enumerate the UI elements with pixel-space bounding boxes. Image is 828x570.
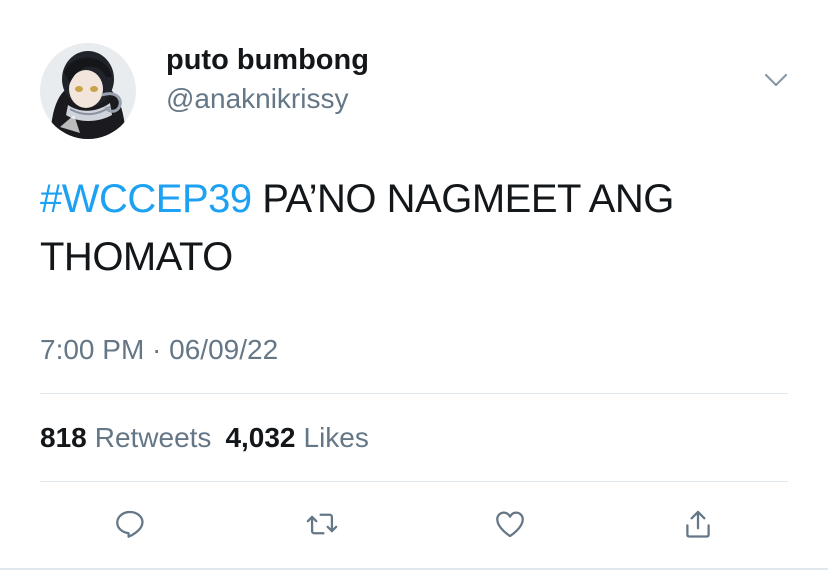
user-handle[interactable]: @anaknikrissy: [166, 82, 348, 116]
divider: [40, 481, 788, 482]
retweets-label: Retweets: [94, 422, 212, 453]
heart-icon: [496, 511, 524, 538]
likes-count: 4,032: [225, 422, 296, 453]
hashtag-link[interactable]: #WCCEP39: [40, 177, 252, 221]
likes-label: Likes: [303, 422, 369, 453]
retweets-count: 818: [40, 422, 87, 453]
retweet-icon: [306, 513, 338, 535]
share-button[interactable]: [676, 502, 720, 546]
avatar-image: [40, 43, 136, 139]
tweet-timestamp[interactable]: 7:00 PM · 06/09/22: [40, 332, 278, 368]
avatar[interactable]: [40, 43, 136, 139]
share-icon: [686, 510, 710, 538]
tweet-text: #WCCEP39 PA’NO NAGMEET ANG THOMATO: [40, 170, 800, 286]
divider: [40, 393, 788, 394]
reply-button[interactable]: [108, 502, 152, 546]
like-button[interactable]: [488, 502, 532, 546]
retweets-stat[interactable]: 818 Retweets: [40, 422, 225, 453]
reply-icon: [116, 510, 144, 538]
chevron-down-icon[interactable]: [762, 66, 790, 94]
tweet-card: puto bumbong @anaknikrissy #WCCEP39 PA’N…: [0, 0, 828, 570]
retweet-button[interactable]: [300, 502, 344, 546]
likes-stat[interactable]: 4,032 Likes: [225, 422, 382, 453]
tweet-stats: 818 Retweets 4,032 Likes: [40, 420, 383, 456]
display-name[interactable]: puto bumbong: [166, 43, 369, 77]
